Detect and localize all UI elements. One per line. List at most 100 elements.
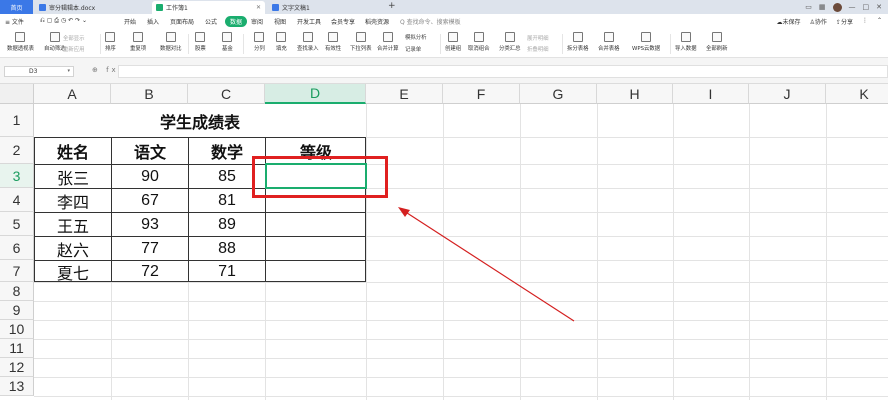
what-if-analysis-button[interactable]: 模拟分析 bbox=[405, 33, 427, 41]
group-icon bbox=[448, 32, 459, 42]
menu-page-layout[interactable]: 页面布局 bbox=[170, 17, 194, 26]
collab-label: 协作 bbox=[814, 19, 827, 26]
compare-icon bbox=[165, 32, 176, 42]
collab-button[interactable]: ♙协作 bbox=[810, 17, 827, 26]
more-icon[interactable]: ⋮ bbox=[862, 17, 868, 26]
create-group-button[interactable]: 创建组 bbox=[445, 32, 461, 52]
menu-file[interactable]: ≡ 文件 bbox=[5, 17, 24, 26]
stock-label: 股票 bbox=[195, 46, 206, 52]
stock-icon bbox=[195, 32, 206, 42]
show-all-button[interactable]: 全部显示 bbox=[63, 34, 85, 42]
duplicates-icon bbox=[133, 32, 144, 42]
ungroup-button[interactable]: 取消组合 bbox=[468, 32, 490, 52]
subtotal-button[interactable]: 分类汇总 bbox=[499, 32, 521, 52]
divider bbox=[100, 34, 101, 54]
share-label: 分享 bbox=[840, 19, 853, 26]
menu-home[interactable]: 开始 bbox=[124, 17, 136, 26]
duplicates-button[interactable]: 重复项 bbox=[130, 32, 146, 52]
import-data-label: 导入数据 bbox=[675, 46, 697, 52]
save-status-label: 未保存 bbox=[782, 19, 801, 26]
name-box-value: D3 bbox=[29, 68, 38, 75]
subtotal-icon bbox=[504, 32, 515, 42]
avatar[interactable] bbox=[832, 2, 842, 12]
fx-icon[interactable]: ⊕ fx bbox=[92, 66, 119, 74]
validity-button[interactable]: 有效性 bbox=[325, 32, 341, 52]
tab-text-doc[interactable]: 文字文稿1 bbox=[268, 1, 383, 14]
split-column-label: 分列 bbox=[254, 46, 265, 52]
back-icon[interactable]: ⎌ ▢ ⎙ ◷ ↶ ↷ ⌄ bbox=[40, 17, 87, 25]
restore-icon[interactable]: ▭ bbox=[805, 3, 812, 11]
fill-button[interactable]: 填充 bbox=[276, 32, 287, 52]
menu-developer[interactable]: 开发工具 bbox=[297, 17, 321, 26]
maximize-button[interactable]: □ bbox=[863, 3, 870, 11]
data-compare-button[interactable]: 数据对比 bbox=[160, 32, 182, 52]
lookup-entry-button[interactable]: 查找录入 bbox=[297, 32, 319, 52]
fill-label: 填充 bbox=[276, 46, 287, 52]
menu-review[interactable]: 审阅 bbox=[251, 17, 263, 26]
tab-workbook[interactable]: 工作簿1 ✕ bbox=[152, 1, 265, 14]
chevron-down-icon[interactable]: ▾ bbox=[67, 67, 70, 76]
refresh-icon bbox=[711, 32, 722, 42]
merge-table-button[interactable]: 合并表格 bbox=[598, 32, 620, 52]
spreadsheet-grid: A B C D E F G H I J K 1 2 3 4 5 6 7 8 9 … bbox=[0, 84, 888, 400]
new-tab-button[interactable]: + bbox=[388, 1, 396, 11]
collapse-detail-button[interactable]: 折叠明细 bbox=[527, 45, 549, 53]
record-form-button[interactable]: 记录单 bbox=[405, 45, 421, 53]
import-icon bbox=[680, 32, 691, 42]
consolidate-label: 合并计算 bbox=[377, 46, 399, 52]
stock-button[interactable]: 股票 bbox=[195, 32, 206, 52]
split-table-label: 拆分表格 bbox=[567, 46, 589, 52]
wps-cloud-data-button[interactable]: WPS云数据 bbox=[632, 32, 660, 52]
split-icon bbox=[254, 32, 265, 42]
fill-icon bbox=[276, 32, 287, 42]
share-button[interactable]: ⇪分享 bbox=[836, 17, 853, 26]
reapply-button[interactable]: 重新应用 bbox=[63, 45, 85, 53]
collapse-icon[interactable]: ⌃ bbox=[877, 17, 882, 26]
formula-input[interactable] bbox=[118, 65, 888, 78]
grid-icon[interactable]: ▦ bbox=[819, 3, 826, 11]
tab-document[interactable]: 审分辑辑本.docx bbox=[35, 1, 150, 14]
menu-view[interactable]: 视图 bbox=[274, 17, 286, 26]
fund-button[interactable]: 基金 bbox=[222, 32, 233, 52]
tab-workbook-label: 工作簿1 bbox=[166, 5, 188, 12]
refresh-all-button[interactable]: 全部刷新 bbox=[706, 32, 728, 52]
menu-member[interactable]: 会员专享 bbox=[331, 17, 355, 26]
validity-icon bbox=[328, 32, 339, 42]
fund-label: 基金 bbox=[222, 46, 233, 52]
sort-button[interactable]: 排序 bbox=[105, 32, 116, 52]
menu-bar: ≡ 文件 ⎌ ▢ ⎙ ◷ ↶ ↷ ⌄ 开始 插入 页面布局 公式 数据 审阅 视… bbox=[0, 14, 888, 30]
tab-home[interactable]: 首页 bbox=[0, 0, 33, 14]
divider bbox=[243, 34, 244, 54]
fund-icon bbox=[222, 32, 233, 42]
menu-right: ☁未保存 ♙协作 ⇪分享 ⋮ ⌃ bbox=[777, 17, 883, 26]
word-doc-icon bbox=[39, 4, 46, 11]
duplicates-label: 重复项 bbox=[130, 46, 147, 52]
dropdown-list-label: 下拉列表 bbox=[350, 46, 372, 52]
pivot-table-button[interactable]: 数据透视表 bbox=[7, 32, 34, 52]
menu-insert[interactable]: 插入 bbox=[147, 17, 159, 26]
save-status[interactable]: ☁未保存 bbox=[777, 17, 801, 26]
menu-docer[interactable]: 稻壳资源 bbox=[365, 17, 389, 26]
create-group-label: 创建组 bbox=[445, 46, 462, 52]
refresh-all-label: 全部刷新 bbox=[706, 46, 728, 52]
command-search[interactable]: Q 查找命令、搜索模板 bbox=[400, 17, 461, 26]
menu-formula[interactable]: 公式 bbox=[205, 17, 217, 26]
wps-cloud-data-label: WPS云数据 bbox=[632, 46, 661, 52]
split-column-button[interactable]: 分列 bbox=[254, 32, 265, 52]
split-table-button[interactable]: 拆分表格 bbox=[567, 32, 589, 52]
dropdown-list-button[interactable]: 下拉列表 bbox=[350, 32, 372, 52]
spreadsheet-icon bbox=[156, 4, 163, 11]
word-doc-icon bbox=[272, 4, 279, 11]
expand-detail-button[interactable]: 展开明细 bbox=[527, 34, 549, 42]
consolidate-button[interactable]: 合并计算 bbox=[377, 32, 399, 52]
close-window-button[interactable]: ✕ bbox=[876, 3, 882, 11]
ungroup-icon bbox=[473, 32, 484, 42]
ribbon-toolbar: 数据透视表 自动筛选 全部显示 重新应用 排序 重复项 数据对比 股票 基金 分… bbox=[0, 30, 888, 58]
merge-table-label: 合并表格 bbox=[598, 46, 620, 52]
minimize-button[interactable]: — bbox=[849, 3, 856, 11]
menu-data[interactable]: 数据 bbox=[225, 16, 248, 27]
close-tab-icon[interactable]: ✕ bbox=[256, 4, 261, 11]
validity-label: 有效性 bbox=[325, 46, 342, 52]
import-data-button[interactable]: 导入数据 bbox=[675, 32, 697, 52]
name-box[interactable]: D3 ▾ bbox=[4, 66, 74, 77]
